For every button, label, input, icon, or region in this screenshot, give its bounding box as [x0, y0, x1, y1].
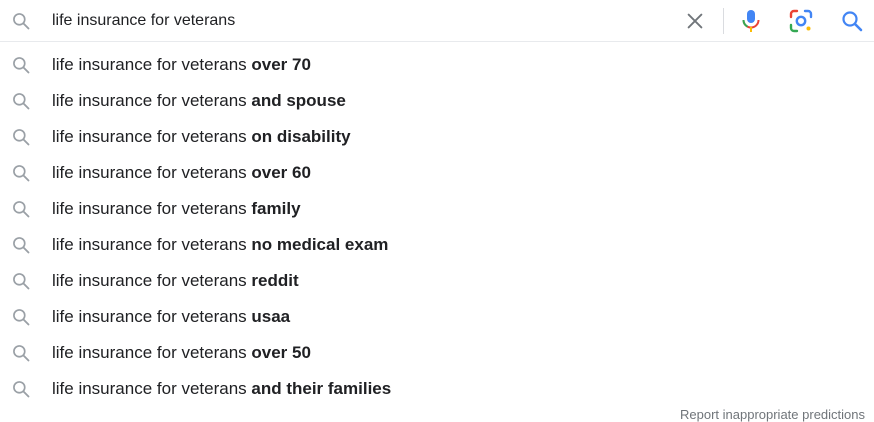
suggestion-item[interactable]: life insurance for veterans and their fa…: [0, 371, 874, 407]
suggestion-item[interactable]: life insurance for veterans and spouse: [0, 83, 874, 119]
suggestion-text: life insurance for veterans over 60: [52, 163, 311, 182]
search-icon: [11, 55, 31, 75]
search-icon: [11, 271, 31, 291]
suggestion-text: life insurance for veterans no medical e…: [52, 235, 389, 254]
suggestion-text: life insurance for veterans on disabilit…: [52, 127, 351, 146]
close-icon: [687, 13, 703, 29]
suggestion-item[interactable]: life insurance for veterans over 50: [0, 335, 874, 371]
search-icon: [11, 235, 31, 255]
suggestion-completion: no medical exam: [251, 235, 389, 254]
clear-search-button[interactable]: [684, 10, 706, 32]
search-box: [0, 0, 874, 42]
suggestion-item[interactable]: life insurance for veterans on disabilit…: [0, 119, 874, 155]
image-search-button[interactable]: [788, 8, 814, 34]
suggestion-item[interactable]: life insurance for veterans no medical e…: [0, 227, 874, 263]
suggestion-text: life insurance for veterans family: [52, 199, 301, 218]
search-icon: [11, 127, 31, 147]
suggestion-completion: family: [251, 199, 301, 218]
suggestion-text: life insurance for veterans reddit: [52, 271, 299, 290]
search-icon: [11, 11, 31, 31]
suggestion-completion: on disability: [251, 127, 351, 146]
search-button[interactable]: [840, 9, 864, 33]
suggestion-completion: and spouse: [251, 91, 346, 110]
suggestion-text: life insurance for veterans over 70: [52, 55, 311, 74]
suggestion-completion: over 60: [251, 163, 311, 182]
voice-search-button[interactable]: [739, 8, 763, 34]
search-icon: [11, 343, 31, 363]
search-icon: [11, 163, 31, 183]
suggestion-completion: over 70: [251, 55, 311, 74]
suggestion-list: life insurance for veterans over 70 life…: [0, 47, 874, 407]
suggestion-text: life insurance for veterans and spouse: [52, 91, 346, 110]
divider: [723, 8, 724, 34]
suggestion-item[interactable]: life insurance for veterans reddit: [0, 263, 874, 299]
suggestion-text: life insurance for veterans over 50: [52, 343, 311, 362]
suggestion-completion: over 50: [251, 343, 311, 362]
suggestion-text: life insurance for veterans and their fa…: [52, 379, 392, 398]
suggestion-item[interactable]: life insurance for veterans usaa: [0, 299, 874, 335]
suggestion-completion: reddit: [251, 271, 299, 290]
suggestion-item[interactable]: life insurance for veterans over 60: [0, 155, 874, 191]
suggestion-text: life insurance for veterans usaa: [52, 307, 291, 326]
suggestion-item[interactable]: life insurance for veterans over 70: [0, 47, 874, 83]
search-icon: [842, 11, 863, 32]
google-lens-icon: [789, 9, 813, 33]
search-icon: [11, 199, 31, 219]
microphone-icon: [742, 10, 760, 32]
suggestion-completion: usaa: [251, 307, 291, 326]
search-icon: [11, 91, 31, 111]
suggestion-completion: and their families: [251, 379, 392, 398]
suggestion-item[interactable]: life insurance for veterans family: [0, 191, 874, 227]
search-input[interactable]: [52, 8, 652, 34]
search-icon: [11, 379, 31, 399]
search-icon: [11, 307, 31, 327]
